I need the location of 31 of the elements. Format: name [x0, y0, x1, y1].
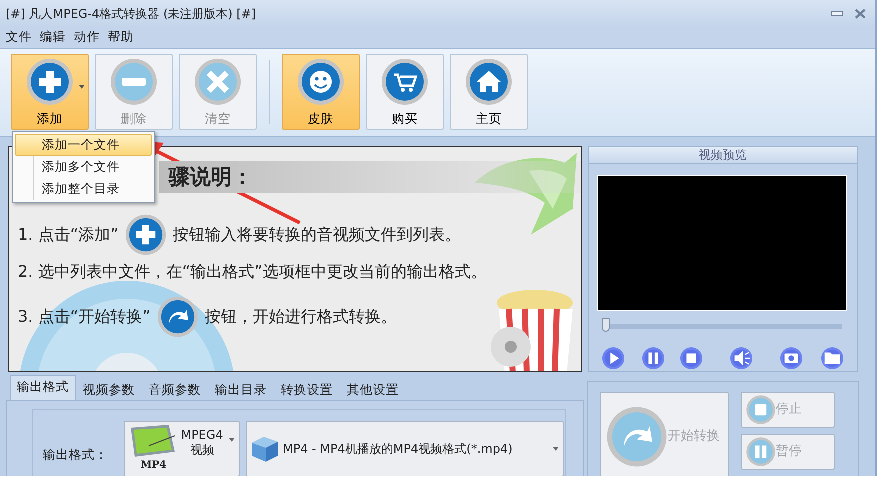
- category-text: MPEG4视频: [180, 428, 224, 458]
- tab[interactable]: 其他设置: [340, 378, 406, 400]
- menu-item[interactable]: 动作: [74, 28, 104, 47]
- tab[interactable]: 音频参数: [142, 378, 208, 400]
- step-text: 1. 点击“添加”: [18, 224, 119, 246]
- tab[interactable]: 转换设置: [274, 378, 340, 400]
- preview-title: 视频预览: [589, 147, 857, 164]
- format-text: MP4 - MP4机播放的MP4视频格式(*.mp4): [283, 441, 514, 458]
- tab[interactable]: 视频参数: [76, 378, 142, 400]
- menu-item[interactable]: 添加多个文件: [15, 156, 152, 178]
- category-dropdown[interactable]: MP4 MPEG4视频: [124, 421, 240, 476]
- toolbar-button[interactable]: 添加: [11, 54, 89, 130]
- tab[interactable]: 输出格式: [10, 375, 76, 400]
- step-text: 按钮，开始进行格式转换。: [204, 306, 397, 328]
- menu-item[interactable]: 文件: [6, 28, 36, 47]
- step-text: 2. 选中列表中文件，在“输出格式”选项框中更改当前的输出格式。: [18, 261, 487, 283]
- toolbar-button[interactable]: 主页: [450, 54, 528, 130]
- guide-heading: 骤说明：: [159, 161, 581, 193]
- format-dropdown[interactable]: MP4 - MP4机播放的MP4视频格式(*.mp4): [246, 421, 564, 476]
- toolbar-button[interactable]: 购买: [366, 54, 444, 130]
- window-title: [#] 凡人MPEG-4格式转换器 (未注册版本) [#]: [6, 6, 256, 22]
- menu-item[interactable]: 编辑: [40, 28, 70, 47]
- step-text: 按钮输入将要转换的音视频文件到列表。: [172, 224, 461, 246]
- format-caption: MP4: [140, 459, 167, 473]
- tab[interactable]: 输出目录: [208, 378, 274, 400]
- menu-item[interactable]: 添加一个文件: [15, 134, 152, 156]
- step-text: 3. 点击“开始转换”: [18, 306, 151, 328]
- menu-item[interactable]: 添加整个目录: [15, 178, 152, 200]
- toolbar-button[interactable]: 皮肤: [282, 54, 360, 130]
- output-format-label: 输出格式：: [43, 446, 108, 464]
- menu-item[interactable]: 帮助: [108, 28, 138, 47]
